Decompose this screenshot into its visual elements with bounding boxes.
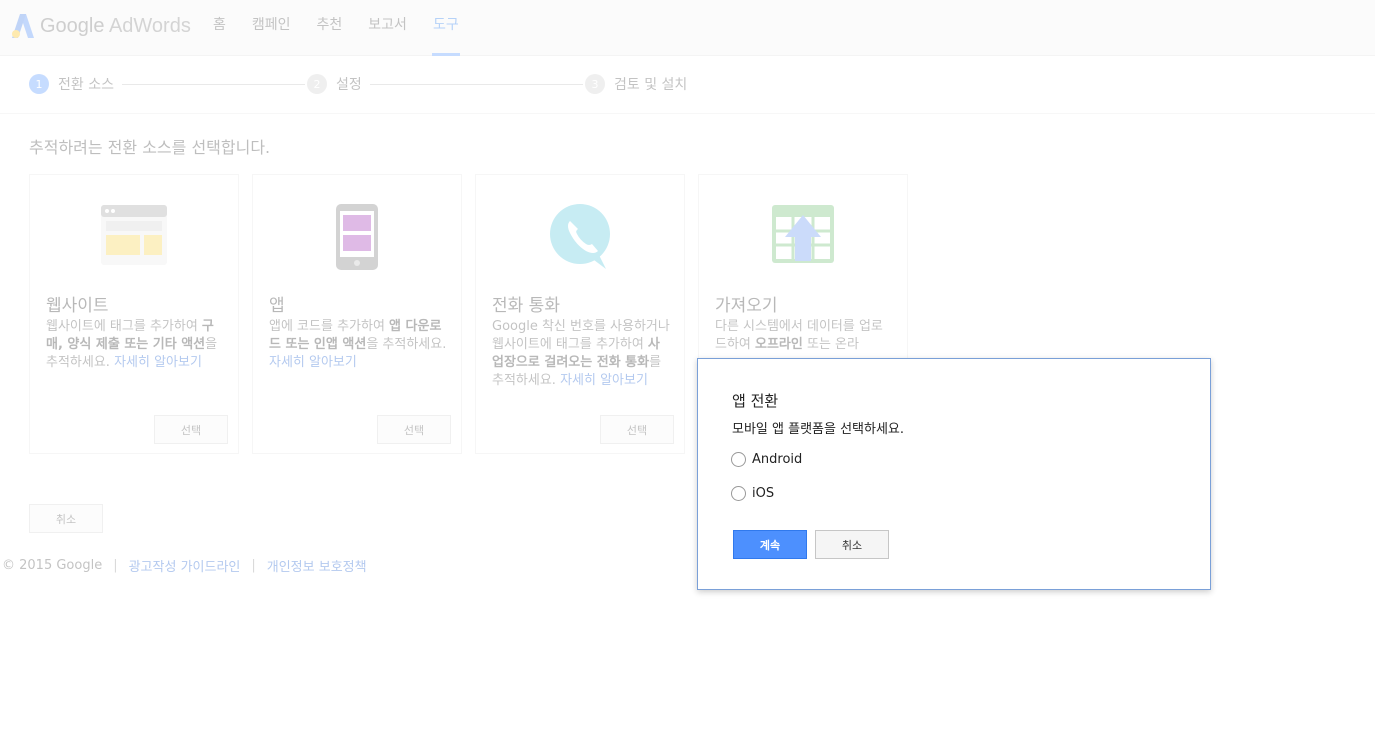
step-connector <box>122 84 305 85</box>
nav-tools[interactable]: 도구 <box>420 0 472 56</box>
learn-more-link[interactable]: 자세히 알아보기 <box>560 373 648 388</box>
footer-separator: | <box>251 558 256 573</box>
radio-option-ios[interactable]: iOS <box>731 486 774 501</box>
learn-more-link[interactable]: 자세히 알아보기 <box>114 355 202 370</box>
radio-label: Android <box>752 452 803 467</box>
footer-separator: | <box>113 558 118 573</box>
desc-bold: 오프라인 <box>755 337 803 352</box>
card-phone-calls[interactable]: 전화 통화 Google 착신 번호를 사용하거나 웹사이트에 태그를 추가하여… <box>475 174 685 454</box>
card-description: 웹사이트에 태그를 추가하여 구매, 양식 제출 또는 기타 액션을 추적하세요… <box>46 318 224 372</box>
page-prompt: 추적하려는 전환 소스를 선택합니다. <box>29 138 271 157</box>
cancel-button[interactable]: 취소 <box>29 504 103 533</box>
card-title: 웹사이트 <box>46 296 109 316</box>
brand-google: Google <box>40 14 105 37</box>
step-number: 2 <box>307 74 327 94</box>
desc-text: 을 추적하세요. <box>366 337 447 352</box>
desc-text: Google 착신 번호를 사용하거나 웹사이트에 태그를 추가하여 <box>492 319 670 352</box>
import-icon <box>699 203 907 273</box>
card-description: 다른 시스템에서 데이터를 업로드하여 오프라인 또는 온라 <box>715 318 893 354</box>
step-number: 3 <box>585 74 605 94</box>
card-description: 앱에 코드를 추가하여 앱 다운로드 또는 인앱 액션을 추적하세요. 자세히 … <box>269 318 447 372</box>
card-title: 가져오기 <box>715 296 778 316</box>
nav-campaigns[interactable]: 캠페인 <box>239 0 304 56</box>
nav-home[interactable]: 홈 <box>200 0 239 56</box>
desc-text: 앱에 코드를 추가하여 <box>269 319 390 334</box>
step-label: 검토 및 설치 <box>614 77 688 93</box>
dialog-title: 앱 전환 <box>732 392 779 410</box>
adwords-logo-icon <box>12 14 34 38</box>
phone-call-icon <box>476 203 684 273</box>
step-label: 전환 소스 <box>58 77 114 93</box>
card-description: Google 착신 번호를 사용하거나 웹사이트에 태그를 추가하여 사업장으로… <box>492 318 670 390</box>
brand-product: AdWords <box>108 14 191 37</box>
select-button[interactable]: 선택 <box>377 415 451 444</box>
mobile-app-icon <box>253 203 461 273</box>
app-conversion-dialog: 앱 전환 모바일 앱 플랫폼을 선택하세요. Android iOS 계속 취소 <box>697 358 1211 590</box>
dialog-cancel-button[interactable]: 취소 <box>815 530 889 559</box>
nav-reports[interactable]: 보고서 <box>355 0 420 56</box>
card-website[interactable]: 웹사이트 웹사이트에 태그를 추가하여 구매, 양식 제출 또는 기타 액션을 … <box>29 174 239 454</box>
footer: © 2015 Google | 광고작성 가이드라인 | 개인정보 보호정책 <box>2 556 367 575</box>
dialog-subtitle: 모바일 앱 플랫폼을 선택하세요. <box>732 422 905 437</box>
stepper: 1 전환 소스 2 설정 3 검토 및 설치 <box>0 56 1375 114</box>
radio-button[interactable] <box>731 452 746 467</box>
step-conversion-source: 1 전환 소스 <box>29 74 114 94</box>
select-button[interactable]: 선택 <box>600 415 674 444</box>
step-label: 설정 <box>336 77 362 93</box>
step-connector <box>370 84 583 85</box>
step-review-install: 3 검토 및 설치 <box>585 74 687 94</box>
learn-more-link[interactable]: 자세히 알아보기 <box>269 355 357 370</box>
radio-label: iOS <box>752 486 775 501</box>
ad-guidelines-link[interactable]: 광고작성 가이드라인 <box>129 556 241 575</box>
radio-option-android[interactable]: Android <box>731 452 802 467</box>
top-bar: Google AdWords 홈 캠페인 추천 보고서 도구 <box>0 0 1375 56</box>
card-title: 앱 <box>269 296 285 316</box>
privacy-policy-link[interactable]: 개인정보 보호정책 <box>267 556 367 575</box>
select-button[interactable]: 선택 <box>154 415 228 444</box>
desc-text: 또는 온라 <box>802 337 859 352</box>
adwords-logo[interactable]: Google AdWords <box>12 11 191 41</box>
card-title: 전화 통화 <box>492 296 560 316</box>
nav-recommendations[interactable]: 추천 <box>304 0 356 56</box>
continue-button[interactable]: 계속 <box>733 530 807 559</box>
step-settings: 2 설정 <box>307 74 362 94</box>
card-app[interactable]: 앱 앱에 코드를 추가하여 앱 다운로드 또는 인앱 액션을 추적하세요. 자세… <box>252 174 462 454</box>
step-number: 1 <box>29 74 49 94</box>
radio-button[interactable] <box>731 486 746 501</box>
brand-name: Google AdWords <box>40 15 191 38</box>
website-icon <box>30 203 238 273</box>
desc-text: 웹사이트에 태그를 추가하여 <box>46 319 202 334</box>
copyright: © 2015 Google <box>2 558 103 573</box>
main-nav: 홈 캠페인 추천 보고서 도구 <box>200 0 472 56</box>
